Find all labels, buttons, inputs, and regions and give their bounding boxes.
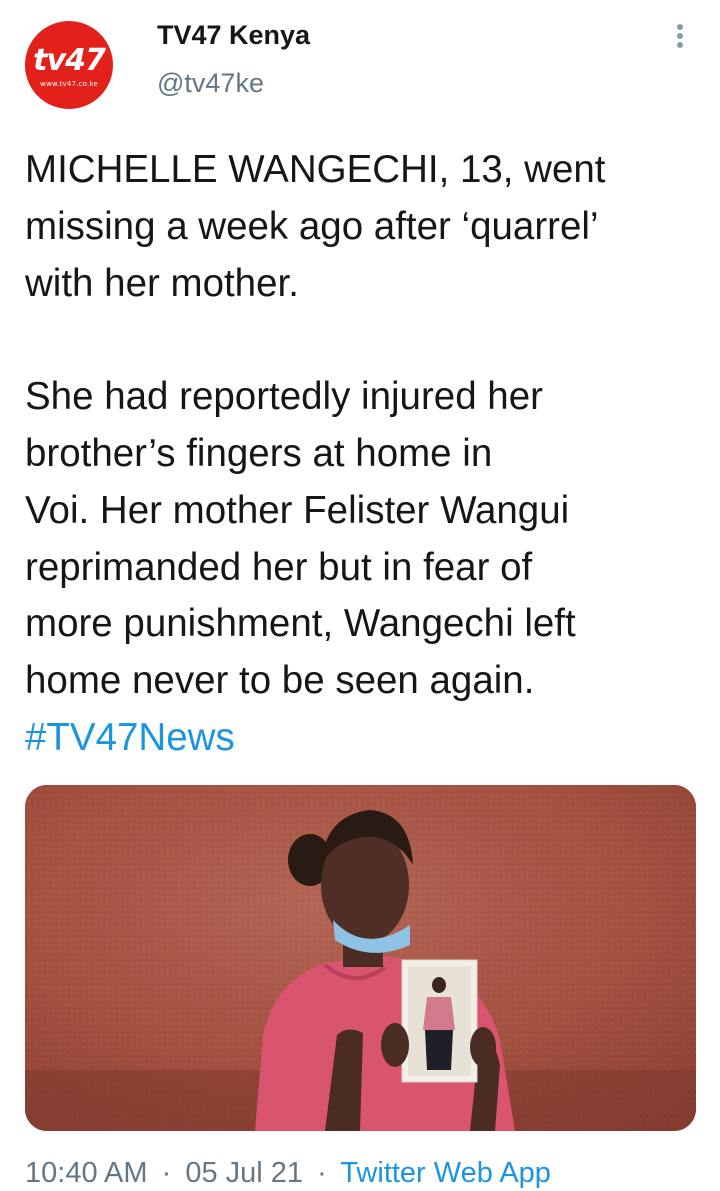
avatar[interactable]: tv47 www.tv47.co.ke bbox=[25, 21, 113, 109]
vertical-ellipsis-icon bbox=[677, 24, 683, 48]
author-handle[interactable]: @tv47ke bbox=[157, 67, 264, 99]
tweet-source-link[interactable]: Twitter Web App bbox=[340, 1157, 551, 1189]
tweet-text: MICHELLE WANGECHI, 13, went missing a we… bbox=[25, 142, 705, 767]
tweet-paragraph-2: She had reportedly injured her brother’s… bbox=[25, 375, 576, 703]
tweet-photo[interactable] bbox=[25, 785, 696, 1131]
tweet-paragraph-1: MICHELLE WANGECHI, 13, went missing a we… bbox=[25, 148, 606, 305]
more-options-button[interactable] bbox=[664, 20, 696, 52]
tv47-logo-text: tv47 bbox=[33, 42, 106, 78]
held-photo bbox=[401, 959, 478, 1083]
photo-illustration bbox=[25, 785, 696, 1131]
meta-separator: · bbox=[317, 1157, 327, 1189]
author-display-name[interactable]: TV47 Kenya bbox=[157, 19, 310, 51]
meta-separator: · bbox=[161, 1157, 172, 1189]
hashtag-link[interactable]: #TV47News bbox=[25, 716, 235, 759]
tweet-time: 10:40 AM bbox=[25, 1157, 148, 1189]
tweet-date: 05 Jul 21 bbox=[185, 1157, 304, 1189]
tv47-logo-url: www.tv47.co.ke bbox=[40, 79, 98, 88]
tweet-meta: 10:40 AM · 05 Jul 21 · Twitter Web App bbox=[25, 1155, 551, 1191]
